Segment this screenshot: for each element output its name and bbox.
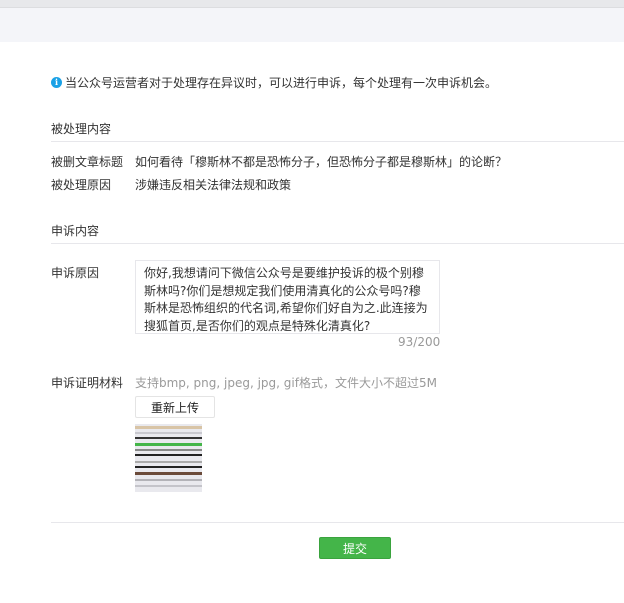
evidence-label: 申诉证明材料	[51, 376, 124, 390]
article-title-value: 如何看待「穆斯林不都是恐怖分子，但恐怖分子都是穆斯林」的论断？	[135, 155, 508, 169]
submit-button[interactable]: 提交	[319, 537, 391, 559]
appeal-notice: i 当公众号运营者对于处理存在异议时，可以进行申诉，每个处理有一次申诉机会。	[51, 74, 497, 90]
top-bar	[0, 0, 624, 8]
appeal-reason-label: 申诉原因	[51, 266, 100, 280]
divider	[51, 243, 624, 244]
processed-section-title: 被处理内容	[51, 122, 112, 136]
article-title-label: 被删文章标题	[51, 155, 124, 169]
reupload-button[interactable]: 重新上传	[135, 396, 215, 418]
appeal-section-title: 申诉内容	[51, 224, 100, 238]
evidence-thumbnail[interactable]	[135, 424, 202, 492]
processed-reason-label: 被处理原因	[51, 178, 112, 192]
notice-text: 当公众号运营者对于处理存在异议时，可以进行申诉，每个处理有一次申诉机会。	[65, 75, 498, 90]
appeal-reason-textarea[interactable]: 你好,我想请问下微信公众号是要维护投诉的极个别穆斯林吗?你们是想规定我们使用清真…	[135, 260, 440, 334]
divider	[51, 522, 624, 523]
upload-hint: 支持bmp, png, jpeg, jpg, gif格式，文件大小不超过5M	[135, 376, 437, 390]
divider	[51, 141, 624, 142]
header-bar	[0, 8, 624, 42]
char-counter: 93/200	[398, 335, 441, 349]
processed-reason-value: 涉嫌违反相关法律法规和政策	[135, 178, 292, 192]
info-icon: i	[51, 76, 62, 88]
